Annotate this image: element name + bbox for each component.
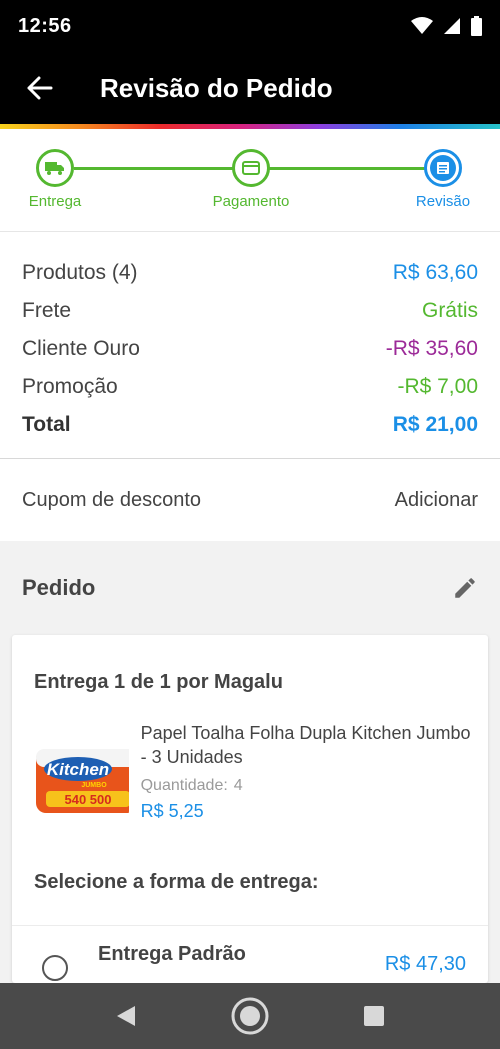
page-title: Revisão do Pedido bbox=[100, 72, 333, 103]
step-label: Revisão bbox=[415, 193, 471, 210]
product-quantity: Quantidade: 4 bbox=[141, 777, 474, 795]
delivery-card: Entrega 1 de 1 por Magalu Kitchen JUMBO … bbox=[12, 635, 488, 983]
add-coupon-button[interactable]: Adicionar bbox=[395, 489, 478, 512]
summary-value: R$ 21,00 bbox=[392, 413, 478, 436]
summary-label: Frete bbox=[22, 299, 72, 322]
product-image: Kitchen JUMBO 540 500 bbox=[34, 743, 129, 817]
nav-home-button[interactable] bbox=[228, 994, 272, 1038]
product-info: Papel Toalha Folha Dupla Kitchen Jumbo -… bbox=[141, 721, 474, 822]
square-recents-icon bbox=[364, 1006, 384, 1026]
step-revisao[interactable]: Revisão bbox=[388, 149, 498, 210]
step-circle bbox=[424, 149, 462, 187]
summary-label: Promoção bbox=[22, 375, 118, 398]
step-label: Entrega bbox=[28, 193, 82, 210]
truck-icon bbox=[45, 162, 64, 175]
pencil-icon bbox=[455, 578, 475, 598]
summary-row-gold-client: Cliente Ouro -R$ 35,60 bbox=[22, 330, 478, 368]
checkout-stepper: Entrega Pagamento Revisão bbox=[0, 129, 500, 232]
summary-value: R$ 63,60 bbox=[392, 261, 478, 284]
summary-label: Total bbox=[22, 413, 71, 436]
summary-label: Cliente Ouro bbox=[22, 337, 140, 360]
quantity-label: Quantidade: bbox=[140, 777, 228, 794]
step-circle bbox=[36, 149, 74, 187]
summary-row-promotion: Promoção -R$ 7,00 bbox=[22, 368, 478, 406]
step-label: Pagamento bbox=[212, 193, 290, 210]
summary-row-shipping: Frete Grátis bbox=[22, 292, 478, 330]
order-section: Pedido Entrega 1 de 1 por Magalu Kitchen… bbox=[0, 541, 500, 983]
signal-icon bbox=[444, 18, 460, 34]
order-header: Pedido bbox=[0, 541, 500, 635]
battery-icon bbox=[471, 16, 482, 36]
summary-value: Grátis bbox=[421, 299, 478, 322]
product-image-jumbo: JUMBO bbox=[81, 782, 107, 789]
step-circle-fill bbox=[430, 155, 456, 181]
coupon-label: Cupom de desconto bbox=[22, 489, 202, 511]
delivery-option-price: R$ 47,30 bbox=[384, 953, 466, 975]
triangle-back-icon bbox=[117, 1006, 135, 1026]
product-image-promo: 540 500 bbox=[65, 792, 112, 807]
product-item[interactable]: Kitchen JUMBO 540 500 Papel Toalha Folha… bbox=[34, 721, 474, 822]
list-icon bbox=[437, 162, 449, 174]
back-button[interactable] bbox=[0, 52, 80, 124]
status-time: 12:56 bbox=[18, 14, 72, 37]
circle-home-icon bbox=[231, 997, 269, 1035]
status-icons bbox=[411, 16, 482, 36]
product-price: R$ 5,25 bbox=[140, 801, 204, 821]
arrow-left-icon bbox=[27, 76, 53, 100]
step-circle bbox=[232, 149, 270, 187]
product-name: Papel Toalha Folha Dupla Kitchen Jumbo -… bbox=[140, 723, 471, 767]
coupon-row[interactable]: Cupom de desconto Adicionar bbox=[0, 460, 500, 541]
card-icon bbox=[242, 161, 260, 175]
delivery-title: Entrega 1 de 1 por Magalu bbox=[34, 671, 283, 693]
summary-value: -R$ 35,60 bbox=[385, 337, 478, 360]
order-summary: Produtos (4) R$ 63,60 Frete Grátis Clien… bbox=[0, 232, 500, 459]
nav-recents-button[interactable] bbox=[352, 994, 396, 1038]
delivery-option-name: Entrega Padrão bbox=[98, 943, 246, 965]
step-pagamento[interactable]: Pagamento bbox=[196, 149, 306, 210]
summary-row-total: Total R$ 21,00 bbox=[22, 406, 478, 444]
step-entrega[interactable]: Entrega bbox=[0, 149, 110, 210]
delivery-option-standard[interactable]: Entrega Padrão R$ 47,30 bbox=[12, 935, 488, 983]
summary-value: -R$ 7,00 bbox=[397, 375, 478, 398]
edit-order-button[interactable] bbox=[452, 575, 478, 601]
order-title: Pedido bbox=[22, 575, 96, 600]
quantity-value: 4 bbox=[233, 777, 243, 794]
nav-back-button[interactable] bbox=[104, 994, 148, 1038]
summary-row-products: Produtos (4) R$ 63,60 bbox=[22, 254, 478, 292]
system-nav-bar bbox=[0, 983, 500, 1049]
app-bar: Revisão do Pedido bbox=[0, 52, 500, 124]
status-bar: 12:56 bbox=[0, 0, 500, 52]
wifi-icon bbox=[411, 17, 433, 34]
product-image-art: Kitchen JUMBO 540 500 bbox=[34, 743, 129, 817]
select-delivery-label: Selecione a forma de entrega: bbox=[34, 871, 319, 893]
divider bbox=[12, 925, 488, 926]
delivery-option-radio[interactable] bbox=[42, 955, 68, 981]
product-image-brand: Kitchen bbox=[47, 760, 109, 779]
summary-label: Produtos (4) bbox=[22, 261, 138, 284]
